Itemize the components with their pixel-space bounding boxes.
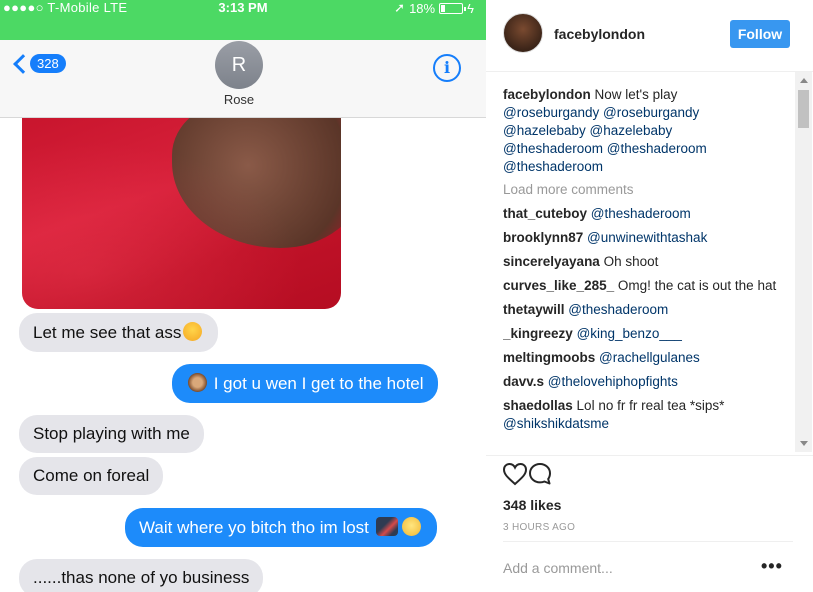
comment-username[interactable]: meltingmoobs [503, 350, 595, 365]
info-icon[interactable]: i [433, 54, 461, 82]
post-timestamp: 3 HOURS AGO [503, 522, 576, 533]
message-text: Wait where yo bitch tho im lost [139, 518, 374, 537]
likes-count[interactable]: 348 likes [503, 497, 561, 513]
comment-item: sincerelyayana Oh shoot [503, 253, 793, 271]
add-comment-bar: ••• [503, 541, 793, 592]
photo-attachment[interactable] [22, 118, 341, 309]
screen: ●●●●○ T-Mobile LTE 3:13 PM ➚ 18% ϟ 328 R… [0, 0, 813, 592]
message-bubble-received[interactable]: ......thas none of yo business [19, 559, 264, 592]
caption-username[interactable]: facebylondon [503, 87, 591, 102]
comment-item: shaedollas Lol no fr fr real tea *sips* … [503, 397, 793, 433]
message-bubble-received[interactable]: Let me see that ass [19, 313, 219, 352]
comment-item: meltingmoobs @rachellgulanes [503, 349, 793, 367]
imessage-screenshot: ●●●●○ T-Mobile LTE 3:13 PM ➚ 18% ϟ 328 R… [0, 0, 486, 592]
post-header: facebylondon Follow [486, 0, 813, 72]
message-text: ......thas none of yo business [33, 568, 250, 587]
call-in-progress-strip [0, 20, 486, 40]
comment-username[interactable]: _kingreezy [503, 326, 573, 341]
comment-item: thetaywill @theshaderoom [503, 301, 793, 319]
comment-item: brooklynn87 @unwinewithtashak [503, 229, 793, 247]
mention-link[interactable]: @theshaderoom [591, 206, 691, 221]
post-caption: facebylondon Now let's play @roseburgand… [503, 86, 793, 176]
status-right: ➚ 18% ϟ [394, 0, 474, 16]
mention-link[interactable]: @theshaderoom [568, 302, 668, 317]
see-no-evil-monkey-emoji-icon [188, 373, 207, 392]
battery-fill [441, 4, 446, 12]
mention-link[interactable]: @hazelebaby [503, 123, 586, 138]
follow-button[interactable]: Follow [730, 20, 790, 48]
message-text: Let me see that ass [33, 323, 182, 342]
winking-face-emoji-icon [183, 322, 203, 341]
caption-text: Now let's play [594, 87, 678, 102]
ninja-emoji-icon [375, 517, 398, 536]
contact-avatar[interactable]: R [215, 41, 263, 89]
comment-username[interactable]: brooklynn87 [503, 230, 583, 245]
load-more-comments-link[interactable]: Load more comments [503, 182, 793, 197]
comment-item: curves_like_285_ Omg! the cat is out the… [503, 277, 793, 295]
comment-item: davv.s @thelovehiphopfights [503, 373, 793, 391]
message-bubble-sent[interactable]: I got u wen I get to the hotel [172, 364, 438, 403]
more-options-icon[interactable]: ••• [761, 556, 783, 577]
conversation-nav-bar: 328 R Rose i [0, 40, 486, 118]
comment-item: that_cuteboy @theshaderoom [503, 205, 793, 223]
unread-count-badge: 328 [30, 54, 66, 73]
mention-link[interactable]: @shikshikdatsme [503, 416, 609, 431]
status-bar: ●●●●○ T-Mobile LTE 3:13 PM ➚ 18% ϟ [0, 0, 486, 20]
comment-text: Lol no fr fr real tea *sips* [576, 398, 725, 413]
chevron-left-icon [13, 53, 33, 74]
rolling-eyes-emoji-icon [401, 517, 421, 536]
message-text: Come on foreal [33, 466, 150, 485]
comment-username[interactable]: davv.s [503, 374, 544, 389]
scroll-down-arrow-icon[interactable] [800, 441, 808, 446]
comment-username[interactable]: shaedollas [503, 398, 573, 413]
mention-link[interactable]: @theshaderoom [503, 159, 603, 174]
message-bubble-received[interactable]: Stop playing with me [19, 415, 204, 453]
comment-username[interactable]: sincerelyayana [503, 254, 600, 269]
scroll-up-arrow-icon[interactable] [800, 78, 808, 83]
profile-avatar[interactable] [503, 13, 543, 53]
message-bubble-received[interactable]: Come on foreal [19, 457, 164, 495]
scrollbar-thumb[interactable] [798, 90, 809, 128]
heart-icon[interactable] [502, 462, 528, 486]
message-text: I got u wen I get to the hotel [209, 374, 424, 393]
comment-text: Oh shoot [603, 254, 659, 269]
mention-link[interactable]: @rachellgulanes [599, 350, 700, 365]
actions-divider [486, 455, 813, 456]
mention-link[interactable]: @theshaderoom [503, 141, 603, 156]
mention-link[interactable]: @hazelebaby [590, 123, 673, 138]
location-arrow-icon: ➚ [394, 0, 406, 15]
post-username[interactable]: facebylondon [554, 26, 645, 42]
charging-bolt-icon: ϟ [467, 0, 474, 16]
comment-icon[interactable] [527, 461, 553, 487]
mention-link[interactable]: @theshaderoom [607, 141, 707, 156]
mention-link[interactable]: @unwinewithtashak [587, 230, 707, 245]
instagram-post-panel: facebylondon Follow facebylondon Now let… [486, 0, 813, 592]
comment-item: _kingreezy @king_benzo___ [503, 325, 793, 343]
comment-username[interactable]: thetaywill [503, 302, 565, 317]
battery-percent: 18% [409, 0, 436, 16]
message-bubble-sent[interactable]: Wait where yo bitch tho im lost [125, 508, 437, 547]
mention-link[interactable]: @roseburgandy [603, 105, 699, 120]
contact-name[interactable]: Rose [0, 92, 478, 107]
message-text: Stop playing with me [33, 424, 190, 443]
mention-link[interactable]: @thelovehiphopfights [548, 374, 678, 389]
comment-username[interactable]: that_cuteboy [503, 206, 587, 221]
comments-list: facebylondon Now let's play @roseburgand… [503, 86, 793, 454]
mention-link[interactable]: @king_benzo___ [577, 326, 682, 341]
mention-link[interactable]: @roseburgandy [503, 105, 599, 120]
add-comment-input[interactable] [503, 560, 753, 576]
photo-shading [22, 118, 341, 309]
back-button[interactable]: 328 [10, 53, 66, 74]
comment-text: Omg! the cat is out the hat [617, 278, 777, 293]
battery-icon [439, 2, 467, 14]
comment-username[interactable]: curves_like_285_ [503, 278, 614, 293]
comments-scrollbar[interactable] [795, 72, 812, 452]
